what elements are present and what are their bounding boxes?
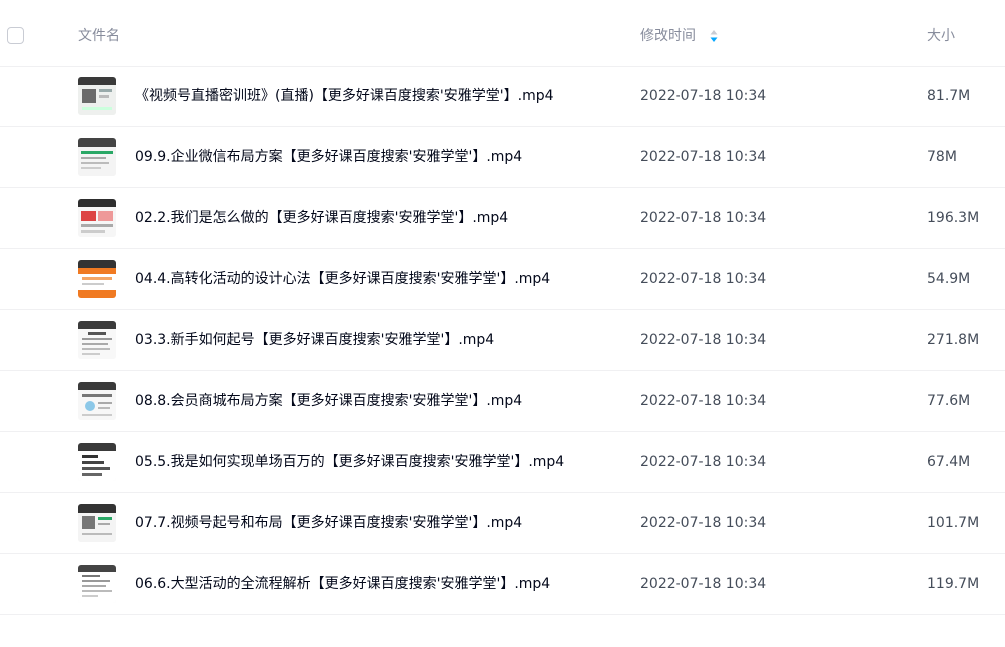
- column-header-size[interactable]: 大小: [927, 27, 955, 45]
- file-size: 271.8M: [927, 332, 980, 348]
- file-row[interactable]: 06.6.大型活动的全流程解析【更多好课百度搜索'安雅学堂'】.mp4 2022-…: [0, 554, 1005, 615]
- file-size: 78M: [927, 149, 957, 165]
- file-modified-time: 2022-07-18 10:34: [640, 210, 767, 226]
- video-thumbnail-icon[interactable]: [78, 443, 116, 481]
- video-thumbnail-icon[interactable]: [78, 504, 116, 542]
- file-row[interactable]: 《视频号直播密训班》(直播)【更多好课百度搜索'安雅学堂'】.mp4 2022-0…: [0, 66, 1005, 127]
- sort-icon[interactable]: [707, 28, 721, 44]
- file-row[interactable]: 02.2.我们是怎么做的【更多好课百度搜索'安雅学堂'】.mp4 2022-07-…: [0, 188, 1005, 249]
- file-name[interactable]: 04.4.高转化活动的设计心法【更多好课百度搜索'安雅学堂'】.mp4: [135, 270, 550, 288]
- file-row[interactable]: 03.3.新手如何起号【更多好课百度搜索'安雅学堂'】.mp4 2022-07-1…: [0, 310, 1005, 371]
- file-row[interactable]: 09.9.企业微信布局方案【更多好课百度搜索'安雅学堂'】.mp4 2022-07…: [0, 127, 1005, 188]
- file-name[interactable]: 09.9.企业微信布局方案【更多好课百度搜索'安雅学堂'】.mp4: [135, 148, 522, 166]
- file-modified-time: 2022-07-18 10:34: [640, 88, 767, 104]
- file-size: 54.9M: [927, 271, 971, 287]
- column-header-time[interactable]: 修改时间: [640, 27, 696, 45]
- file-modified-time: 2022-07-18 10:34: [640, 332, 767, 348]
- file-modified-time: 2022-07-18 10:34: [640, 271, 767, 287]
- video-thumbnail-icon[interactable]: [78, 382, 116, 420]
- file-name[interactable]: 03.3.新手如何起号【更多好课百度搜索'安雅学堂'】.mp4: [135, 331, 494, 349]
- video-thumbnail-icon[interactable]: [78, 77, 116, 115]
- list-header: 文件名 修改时间 大小: [0, 0, 1005, 67]
- file-row[interactable]: 08.8.会员商城布局方案【更多好课百度搜索'安雅学堂'】.mp4 2022-07…: [0, 371, 1005, 432]
- file-size: 67.4M: [927, 454, 971, 470]
- video-thumbnail-icon[interactable]: [78, 565, 116, 603]
- file-name[interactable]: 08.8.会员商城布局方案【更多好课百度搜索'安雅学堂'】.mp4: [135, 392, 522, 410]
- file-size: 119.7M: [927, 576, 980, 592]
- file-size: 196.3M: [927, 210, 980, 226]
- file-row[interactable]: 07.7.视频号起号和布局【更多好课百度搜索'安雅学堂'】.mp4 2022-07…: [0, 493, 1005, 554]
- file-size: 81.7M: [927, 88, 971, 104]
- select-all-checkbox[interactable]: [7, 27, 24, 44]
- video-thumbnail-icon[interactable]: [78, 138, 116, 176]
- file-size: 77.6M: [927, 393, 971, 409]
- video-thumbnail-icon[interactable]: [78, 199, 116, 237]
- video-thumbnail-icon[interactable]: [78, 260, 116, 298]
- file-row[interactable]: 05.5.我是如何实现单场百万的【更多好课百度搜索'安雅学堂'】.mp4 2022…: [0, 432, 1005, 493]
- file-name[interactable]: 07.7.视频号起号和布局【更多好课百度搜索'安雅学堂'】.mp4: [135, 514, 522, 532]
- file-name[interactable]: 02.2.我们是怎么做的【更多好课百度搜索'安雅学堂'】.mp4: [135, 209, 508, 227]
- file-row[interactable]: 04.4.高转化活动的设计心法【更多好课百度搜索'安雅学堂'】.mp4 2022-…: [0, 249, 1005, 310]
- file-name[interactable]: 05.5.我是如何实现单场百万的【更多好课百度搜索'安雅学堂'】.mp4: [135, 453, 564, 471]
- file-name[interactable]: 06.6.大型活动的全流程解析【更多好课百度搜索'安雅学堂'】.mp4: [135, 575, 550, 593]
- column-header-name[interactable]: 文件名: [78, 27, 120, 45]
- file-modified-time: 2022-07-18 10:34: [640, 515, 767, 531]
- video-thumbnail-icon[interactable]: [78, 321, 116, 359]
- file-list: 文件名 修改时间 大小 《视频号直播密训班》(直播)【更多好课百度搜索'安雅学堂…: [0, 0, 1005, 647]
- file-size: 101.7M: [927, 515, 980, 531]
- file-modified-time: 2022-07-18 10:34: [640, 454, 767, 470]
- file-name[interactable]: 《视频号直播密训班》(直播)【更多好课百度搜索'安雅学堂'】.mp4: [135, 87, 554, 105]
- file-modified-time: 2022-07-18 10:34: [640, 393, 767, 409]
- file-modified-time: 2022-07-18 10:34: [640, 149, 767, 165]
- file-modified-time: 2022-07-18 10:34: [640, 576, 767, 592]
